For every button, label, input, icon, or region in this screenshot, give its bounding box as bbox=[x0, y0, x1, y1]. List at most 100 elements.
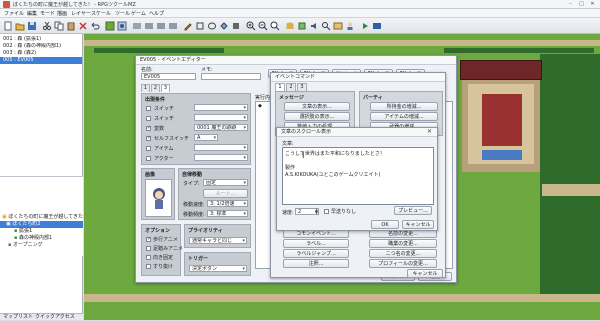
fullscreen-icon[interactable] bbox=[372, 21, 382, 31]
menu-edit[interactable]: 編集 bbox=[27, 10, 37, 17]
variable-select[interactable]: 0001 魔王の跡跡 bbox=[194, 124, 248, 131]
scroll-text-area[interactable]: こうして世界はまた平和になりましたとさ！ 製作 A.S.KIKOUKA(ユとこの… bbox=[282, 147, 434, 205]
close-button[interactable]: ✕ bbox=[587, 1, 598, 8]
cut-icon[interactable] bbox=[42, 21, 52, 31]
change-profile-button[interactable]: プロフィールの変更... bbox=[369, 259, 437, 268]
switch-checkbox[interactable] bbox=[146, 106, 151, 111]
scroll-ok-button[interactable]: OK bbox=[371, 220, 399, 229]
zoom-in-icon[interactable] bbox=[246, 21, 256, 31]
map-list-row[interactable]: 002 : 森 (森の神殿内部1) bbox=[0, 43, 82, 50]
show-text-button[interactable]: 文章の表示... bbox=[284, 102, 350, 111]
scroll-cancel-button[interactable]: キャンセル bbox=[402, 220, 434, 229]
page-tab-3[interactable]: 3 bbox=[161, 84, 170, 92]
menu-tools[interactable]: ツール bbox=[115, 10, 130, 17]
page-tab-1[interactable]: 1 bbox=[141, 84, 150, 92]
through-checkbox[interactable] bbox=[146, 264, 151, 269]
tree-item[interactable]: ▪ 拡張1 bbox=[14, 228, 32, 235]
minimize-button[interactable]: – bbox=[565, 1, 576, 8]
rectangle-icon[interactable] bbox=[195, 21, 205, 31]
fill-icon[interactable] bbox=[219, 21, 229, 31]
resource-icon[interactable] bbox=[333, 21, 343, 31]
copy-icon[interactable] bbox=[54, 21, 64, 31]
maximize-button[interactable]: □ bbox=[576, 1, 587, 8]
switch2-select[interactable] bbox=[194, 114, 248, 121]
menu-scale[interactable]: スケール bbox=[91, 10, 111, 17]
show-choices-button[interactable]: 選択肢の表示... bbox=[284, 112, 350, 121]
item-checkbox[interactable] bbox=[146, 146, 151, 151]
direction-fix-checkbox[interactable] bbox=[146, 255, 151, 260]
menu-game[interactable]: ゲーム bbox=[131, 10, 146, 17]
plugin-icon[interactable] bbox=[297, 21, 307, 31]
playtest-icon[interactable] bbox=[360, 21, 370, 31]
shadow-pen-icon[interactable] bbox=[231, 21, 241, 31]
move-type-select[interactable]: 固定 bbox=[203, 179, 248, 186]
trigger-select[interactable]: 決定ボタン bbox=[189, 265, 247, 272]
change-nickname-button[interactable]: 二つ名の変更... bbox=[369, 249, 437, 258]
tree-item[interactable]: ▪ 森の神殿内部1 bbox=[14, 235, 52, 242]
paste-icon[interactable] bbox=[66, 21, 76, 31]
menu-mode[interactable]: モード bbox=[40, 10, 55, 17]
walking-anim-checkbox[interactable] bbox=[146, 236, 151, 242]
priority-select[interactable]: 通常キャラと同じ bbox=[189, 237, 247, 244]
actor-select[interactable] bbox=[194, 154, 248, 161]
page-tab-2[interactable]: 2 bbox=[151, 84, 160, 92]
event-search-icon[interactable] bbox=[321, 21, 331, 31]
event-name-input[interactable]: EV005 bbox=[141, 73, 196, 80]
zoom-out-icon[interactable] bbox=[258, 21, 268, 31]
command-tab-2[interactable]: 2 bbox=[286, 83, 296, 91]
command-cancel-button[interactable]: キャンセル bbox=[407, 269, 443, 278]
tree-item[interactable]: ▪ オープニング bbox=[8, 242, 43, 249]
database-icon[interactable] bbox=[285, 21, 295, 31]
switch2-checkbox[interactable] bbox=[146, 116, 151, 121]
variable-checkbox[interactable] bbox=[146, 125, 151, 131]
save-icon[interactable] bbox=[27, 21, 37, 31]
layer-4-icon[interactable] bbox=[168, 21, 178, 31]
move-route-button[interactable]: ルート... bbox=[203, 189, 248, 198]
command-tab-3[interactable]: 3 bbox=[297, 83, 307, 91]
actor-checkbox[interactable] bbox=[146, 156, 151, 161]
no-fast-forward-checkbox[interactable] bbox=[324, 209, 329, 214]
undo-icon[interactable] bbox=[90, 21, 100, 31]
menu-draw[interactable]: 描画 bbox=[57, 10, 67, 17]
open-icon[interactable] bbox=[15, 21, 25, 31]
change-gold-button[interactable]: 所持金の増減... bbox=[370, 102, 438, 111]
menu-file[interactable]: ファイル bbox=[4, 10, 24, 17]
preview-button[interactable]: プレビュー... bbox=[394, 206, 432, 215]
dialog-close-icon[interactable]: ✕ bbox=[427, 128, 432, 136]
event-graphic[interactable] bbox=[145, 179, 172, 217]
tree-item-selected[interactable]: ▣ ぼくたち町2 bbox=[0, 221, 83, 228]
ellipse-icon[interactable] bbox=[207, 21, 217, 31]
change-class-button[interactable]: 職業の変更... bbox=[369, 239, 437, 248]
memo-input[interactable] bbox=[201, 73, 261, 80]
spinner-arrows-icon[interactable]: ▲ ▼ bbox=[315, 208, 318, 215]
item-select[interactable] bbox=[194, 144, 248, 151]
map-list-row-selected[interactable]: 005 : EV005 bbox=[0, 57, 82, 64]
character-generator-icon[interactable] bbox=[345, 21, 355, 31]
list-item[interactable]: ◆ bbox=[258, 103, 262, 109]
label-button[interactable]: ラベル... bbox=[283, 239, 349, 248]
delete-icon[interactable] bbox=[78, 21, 88, 31]
map-mode-icon[interactable] bbox=[105, 21, 115, 31]
menu-help[interactable]: ヘルプ bbox=[149, 10, 164, 17]
map-list-row[interactable]: 003 : 森 (森2) bbox=[0, 50, 82, 57]
layer-1-icon[interactable] bbox=[132, 21, 142, 31]
self-switch-checkbox[interactable] bbox=[146, 135, 151, 141]
layer-2-icon[interactable] bbox=[144, 21, 154, 31]
jump-to-label-button[interactable]: ラベルジャンプ... bbox=[283, 249, 349, 258]
stepping-anim-checkbox[interactable] bbox=[146, 246, 151, 251]
zoom-actual-icon[interactable] bbox=[270, 21, 280, 31]
command-tab-1[interactable]: 1 bbox=[275, 83, 285, 91]
change-items-button[interactable]: アイテムの増減... bbox=[370, 112, 438, 121]
switch-select[interactable] bbox=[194, 104, 248, 111]
move-frequency-select[interactable]: 3: 標準 bbox=[207, 210, 248, 217]
layer-3-icon[interactable] bbox=[156, 21, 166, 31]
event-mode-icon[interactable] bbox=[117, 21, 127, 31]
menu-layer[interactable]: レイヤー bbox=[71, 10, 91, 17]
sound-icon[interactable] bbox=[309, 21, 319, 31]
move-speed-select[interactable]: 3: 1/2倍速 bbox=[207, 200, 248, 207]
map-list-row[interactable]: 001 : 森 (拡張1) bbox=[0, 36, 82, 43]
comment-button[interactable]: 注釈... bbox=[283, 259, 349, 268]
pencil-icon[interactable] bbox=[183, 21, 193, 31]
self-switch-select[interactable]: A bbox=[194, 134, 218, 141]
tree-item-project[interactable]: ▣ ぼくたちの町に魔王が越してきた！ bbox=[2, 214, 88, 221]
